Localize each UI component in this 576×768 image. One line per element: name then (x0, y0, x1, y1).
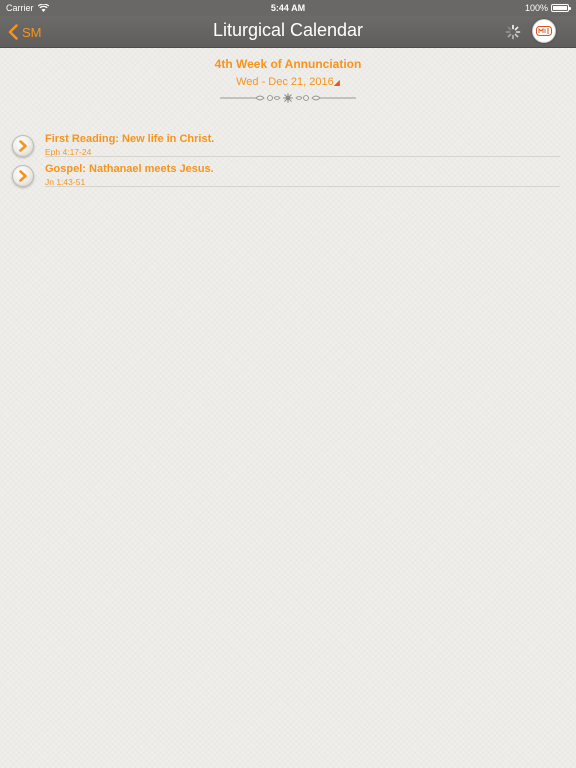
wifi-icon (37, 4, 49, 12)
back-label: SM (22, 24, 42, 40)
back-button[interactable]: SM (8, 22, 42, 42)
reading-title: First Reading: New life in Christ. (45, 133, 215, 145)
reading-item-gospel[interactable]: Gospel: Nathanael meets Jesus. Jn 1:43-5… (0, 161, 576, 191)
readings-list: First Reading: New life in Christ. Eph 4… (0, 131, 576, 191)
chevron-left-icon (8, 24, 18, 40)
app-logo-button[interactable] (532, 19, 556, 43)
app-logo-icon (536, 26, 552, 36)
battery-icon (551, 4, 571, 12)
spinner-icon (505, 24, 521, 40)
dropdown-caret-icon: ◢ (333, 78, 340, 87)
status-time: 5:44 AM (270, 3, 306, 13)
chevron-right-icon[interactable] (12, 135, 34, 157)
page-title: Liturgical Calendar (212, 20, 364, 40)
ornament-divider-icon (220, 93, 356, 103)
week-title: 4th Week of Annunciation (214, 57, 362, 71)
chevron-right-glyph (19, 170, 27, 182)
battery-fill (553, 6, 567, 10)
reading-item-first[interactable]: First Reading: New life in Christ. Eph 4… (0, 131, 576, 161)
chevron-right-glyph (19, 140, 27, 152)
date-selector[interactable]: Wed - Dec 21, 2016◢ (0, 76, 576, 88)
status-bar: Carrier 5:44 AM 100% (0, 0, 576, 16)
status-left: Carrier (6, 3, 49, 13)
divider (45, 186, 560, 187)
nav-bar: SM Liturgical Calendar (0, 16, 576, 48)
reading-title: Gospel: Nathanael meets Jesus. (45, 163, 214, 175)
date-label: Wed - Dec 21, 2016 (236, 76, 334, 88)
battery-percent: 100% (524, 3, 548, 13)
status-right: 100% (524, 3, 571, 13)
chevron-right-icon[interactable] (12, 165, 34, 187)
carrier-label: Carrier (6, 3, 34, 13)
divider (45, 156, 560, 157)
